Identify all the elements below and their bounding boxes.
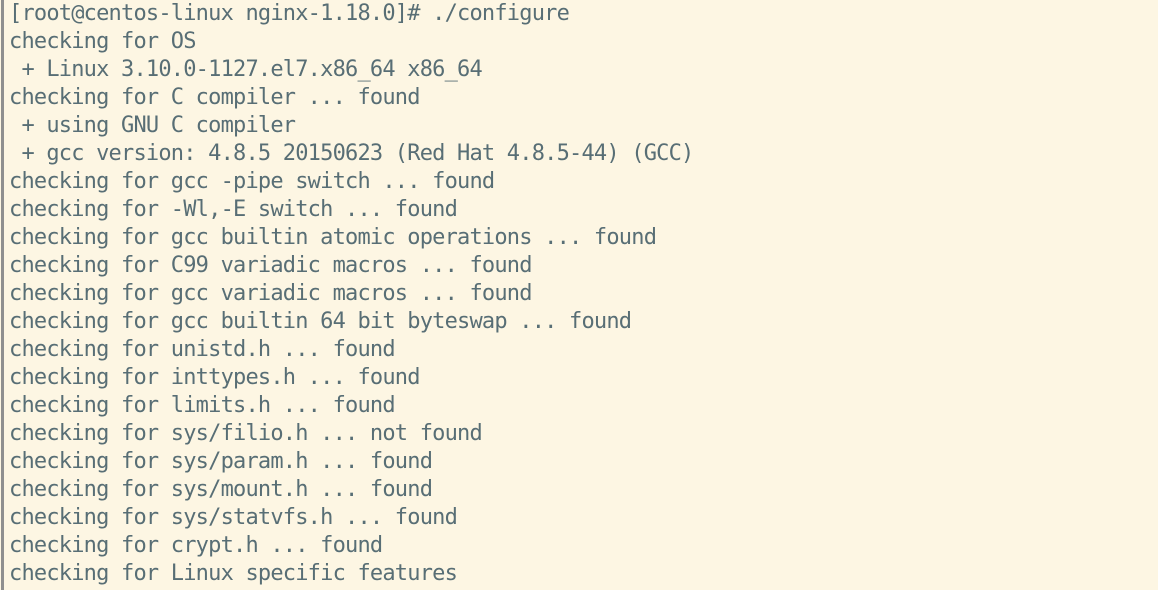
terminal-line-param: checking for sys/param.h ... found (9, 449, 433, 474)
terminal-line-c-compiler: checking for C compiler ... found (9, 85, 421, 110)
terminal-line-os-check: checking for OS (9, 29, 196, 54)
terminal-line-byteswap: checking for gcc builtin 64 bit byteswap… (9, 309, 632, 334)
terminal-line-atomic-ops: checking for gcc builtin atomic operatio… (9, 225, 657, 250)
terminal-line-limits: checking for limits.h ... found (9, 393, 396, 418)
terminal-line-gnu-compiler: + using GNU C compiler (9, 113, 296, 138)
terminal-line-statvfs: checking for sys/statvfs.h ... found (9, 505, 458, 530)
terminal-line-mount: checking for sys/mount.h ... found (9, 477, 433, 502)
terminal-output[interactable]: [root@centos-linux nginx-1.18.0]# ./conf… (9, 0, 1158, 590)
terminal-line-gcc-version: + gcc version: 4.8.5 20150623 (Red Hat 4… (9, 141, 694, 166)
terminal-line-linux-features: checking for Linux specific features (9, 561, 458, 586)
terminal-window[interactable]: [root@centos-linux nginx-1.18.0]# ./conf… (0, 0, 1158, 590)
terminal-line-prompt: [root@centos-linux nginx-1.18.0]# ./conf… (9, 1, 570, 26)
left-border (1, 0, 4, 590)
terminal-line-filio: checking for sys/filio.h ... not found (9, 421, 483, 446)
terminal-line-crypt: checking for crypt.h ... found (9, 533, 383, 558)
terminal-line-pipe-switch: checking for gcc -pipe switch ... found (9, 169, 495, 194)
terminal-line-unistd: checking for unistd.h ... found (9, 337, 396, 362)
terminal-line-inttypes: checking for inttypes.h ... found (9, 365, 421, 390)
terminal-line-os-version: + Linux 3.10.0-1127.el7.x86_64 x86_64 (9, 57, 482, 82)
terminal-line-wl-switch: checking for -Wl,-E switch ... found (9, 197, 458, 222)
terminal-line-c99-macros: checking for C99 variadic macros ... fou… (9, 253, 533, 278)
terminal-line-gcc-macros: checking for gcc variadic macros ... fou… (9, 281, 533, 306)
